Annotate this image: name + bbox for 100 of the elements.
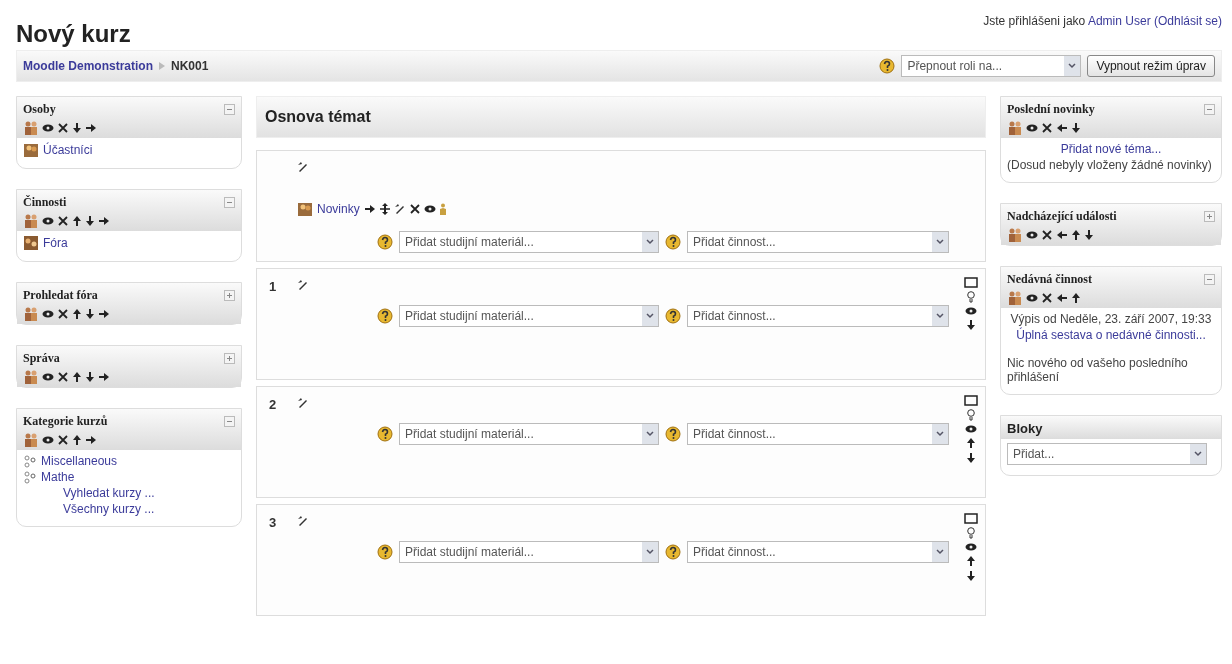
up-arrow-icon[interactable] <box>72 308 82 320</box>
resource-link[interactable]: Novinky <box>317 202 360 216</box>
block-link[interactable]: Úplná sestava o nedávné činnosti... <box>1016 328 1206 342</box>
help-icon[interactable] <box>377 308 393 324</box>
material-select[interactable]: Přidat studijní materiál... <box>399 231 659 253</box>
delete-icon[interactable] <box>57 215 69 227</box>
up-arrow-icon[interactable] <box>966 437 976 449</box>
delete-icon[interactable] <box>57 122 69 134</box>
right-arrow-icon[interactable] <box>98 215 110 227</box>
down-arrow-icon[interactable] <box>966 570 976 582</box>
edit-icon[interactable] <box>297 397 309 409</box>
right-arrow-icon[interactable] <box>85 122 97 134</box>
bulb-icon[interactable] <box>966 527 976 539</box>
delete-icon[interactable] <box>1041 292 1053 304</box>
block-link[interactable]: Účastníci <box>43 143 93 157</box>
help-icon[interactable] <box>377 544 393 560</box>
delete-icon[interactable] <box>57 371 69 383</box>
up-arrow-icon[interactable] <box>72 215 82 227</box>
help-icon[interactable] <box>665 308 681 324</box>
up-arrow-icon[interactable] <box>72 434 82 446</box>
breadcrumb-link[interactable]: Moodle Demonstration <box>23 59 153 73</box>
expand-icon[interactable] <box>224 290 235 301</box>
collapse-icon[interactable] <box>1204 104 1215 115</box>
eye-icon[interactable] <box>1026 123 1038 133</box>
people-icon[interactable] <box>23 121 39 135</box>
delete-icon[interactable] <box>1041 122 1053 134</box>
up-arrow-icon[interactable] <box>1071 229 1081 241</box>
help-icon[interactable] <box>377 234 393 250</box>
material-select[interactable]: Přidat studijní materiál... <box>399 305 659 327</box>
down-arrow-icon[interactable] <box>85 308 95 320</box>
up-arrow-icon[interactable] <box>72 371 82 383</box>
activity-select[interactable]: Přidat činnost... <box>687 305 949 327</box>
down-arrow-icon[interactable] <box>72 122 82 134</box>
bulb-icon[interactable] <box>966 291 976 303</box>
down-arrow-icon[interactable] <box>966 452 976 464</box>
marker-icon[interactable] <box>964 513 978 524</box>
up-arrow-icon[interactable] <box>1071 292 1081 304</box>
user-link[interactable]: Admin User <box>1087 14 1151 28</box>
bulb-icon[interactable] <box>966 409 976 421</box>
block-link[interactable]: Miscellaneous <box>41 454 118 468</box>
people-icon[interactable] <box>1007 228 1023 242</box>
role-select[interactable]: Přepnout roli na... <box>901 55 1082 77</box>
block-link[interactable]: Mathe <box>41 470 75 484</box>
activity-select[interactable]: Přidat činnost... <box>687 541 949 563</box>
eye-icon[interactable] <box>965 306 977 316</box>
down-arrow-icon[interactable] <box>85 371 95 383</box>
eye-icon[interactable] <box>42 123 54 133</box>
collapse-icon[interactable] <box>224 104 235 115</box>
delete-icon[interactable] <box>1041 229 1053 241</box>
collapse-icon[interactable] <box>224 197 235 208</box>
help-icon[interactable] <box>665 544 681 560</box>
down-arrow-icon[interactable] <box>85 215 95 227</box>
edit-icon[interactable] <box>297 161 309 173</box>
block-link[interactable]: Všechny kurzy ... <box>63 502 235 516</box>
activity-select[interactable]: Přidat činnost... <box>687 231 949 253</box>
right-arrow-icon[interactable] <box>85 434 97 446</box>
move-icon[interactable] <box>378 203 391 215</box>
delete-icon[interactable] <box>57 308 69 320</box>
people-icon[interactable] <box>23 214 39 228</box>
people-icon[interactable] <box>23 307 39 321</box>
down-arrow-icon[interactable] <box>1084 229 1094 241</box>
eye-icon[interactable] <box>42 309 54 319</box>
collapse-icon[interactable] <box>1204 274 1215 285</box>
down-arrow-icon[interactable] <box>1071 122 1081 134</box>
people-icon[interactable] <box>1007 291 1023 305</box>
block-link[interactable]: Vyhledat kurzy ... <box>63 486 235 500</box>
add-block-select[interactable]: Přidat... <box>1007 443 1207 465</box>
material-select[interactable]: Přidat studijní materiál... <box>399 423 659 445</box>
right-arrow-icon[interactable] <box>98 371 110 383</box>
edit-icon[interactable] <box>297 515 309 527</box>
marker-icon[interactable] <box>964 395 978 406</box>
up-arrow-icon[interactable] <box>966 555 976 567</box>
edit-icon[interactable] <box>297 279 309 291</box>
people-icon[interactable] <box>23 370 39 384</box>
help-icon[interactable] <box>377 426 393 442</box>
expand-icon[interactable] <box>1204 211 1215 222</box>
delete-icon[interactable] <box>408 203 421 215</box>
right-arrow-icon[interactable] <box>363 203 376 215</box>
down-arrow-icon[interactable] <box>966 319 976 331</box>
activity-select[interactable]: Přidat činnost... <box>687 423 949 445</box>
material-select[interactable]: Přidat studijní materiál... <box>399 541 659 563</box>
block-link[interactable]: Přidat nové téma... <box>1060 142 1162 156</box>
edit-icon[interactable] <box>393 203 406 215</box>
left-arrow-icon[interactable] <box>1056 292 1068 304</box>
eye-icon[interactable] <box>965 424 977 434</box>
people-icon[interactable] <box>23 433 39 447</box>
collapse-icon[interactable] <box>224 416 235 427</box>
expand-icon[interactable] <box>224 353 235 364</box>
eye-icon[interactable] <box>1026 293 1038 303</box>
delete-icon[interactable] <box>57 434 69 446</box>
block-link[interactable]: Fóra <box>43 236 68 250</box>
left-arrow-icon[interactable] <box>1056 229 1068 241</box>
eye-icon[interactable] <box>42 216 54 226</box>
help-icon[interactable] <box>665 234 681 250</box>
right-arrow-icon[interactable] <box>98 308 110 320</box>
edit-mode-button[interactable]: Vypnout režim úprav <box>1087 55 1215 77</box>
logout-link[interactable]: (Odhlásit se) <box>1153 14 1222 28</box>
marker-icon[interactable] <box>964 277 978 288</box>
left-arrow-icon[interactable] <box>1056 122 1068 134</box>
eye-icon[interactable] <box>423 204 436 214</box>
